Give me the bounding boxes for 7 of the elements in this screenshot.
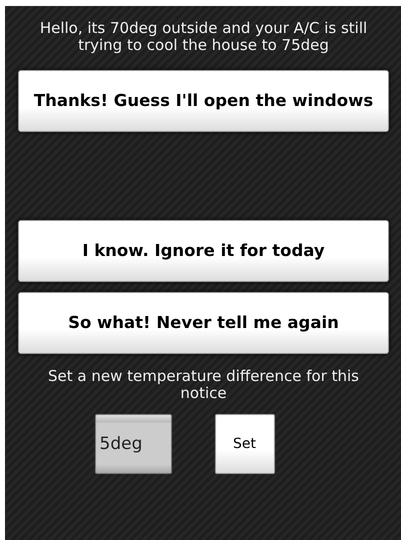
temperature-field[interactable]: 5deg xyxy=(94,414,172,474)
notification-message: Hello, its 70deg outside and your A/C is still trying to cool the house to 75deg xyxy=(38,20,368,54)
response-button[interactable]: Thanks! Guess I'll open the windows xyxy=(18,70,389,132)
response-button[interactable]: So what! Never tell me again xyxy=(18,292,389,354)
response-button[interactable]: I know. Ignore it for today xyxy=(18,220,389,282)
set-button[interactable]: Set xyxy=(214,414,274,474)
prompt-text: Set a new temperature difference for this notice xyxy=(46,368,360,402)
